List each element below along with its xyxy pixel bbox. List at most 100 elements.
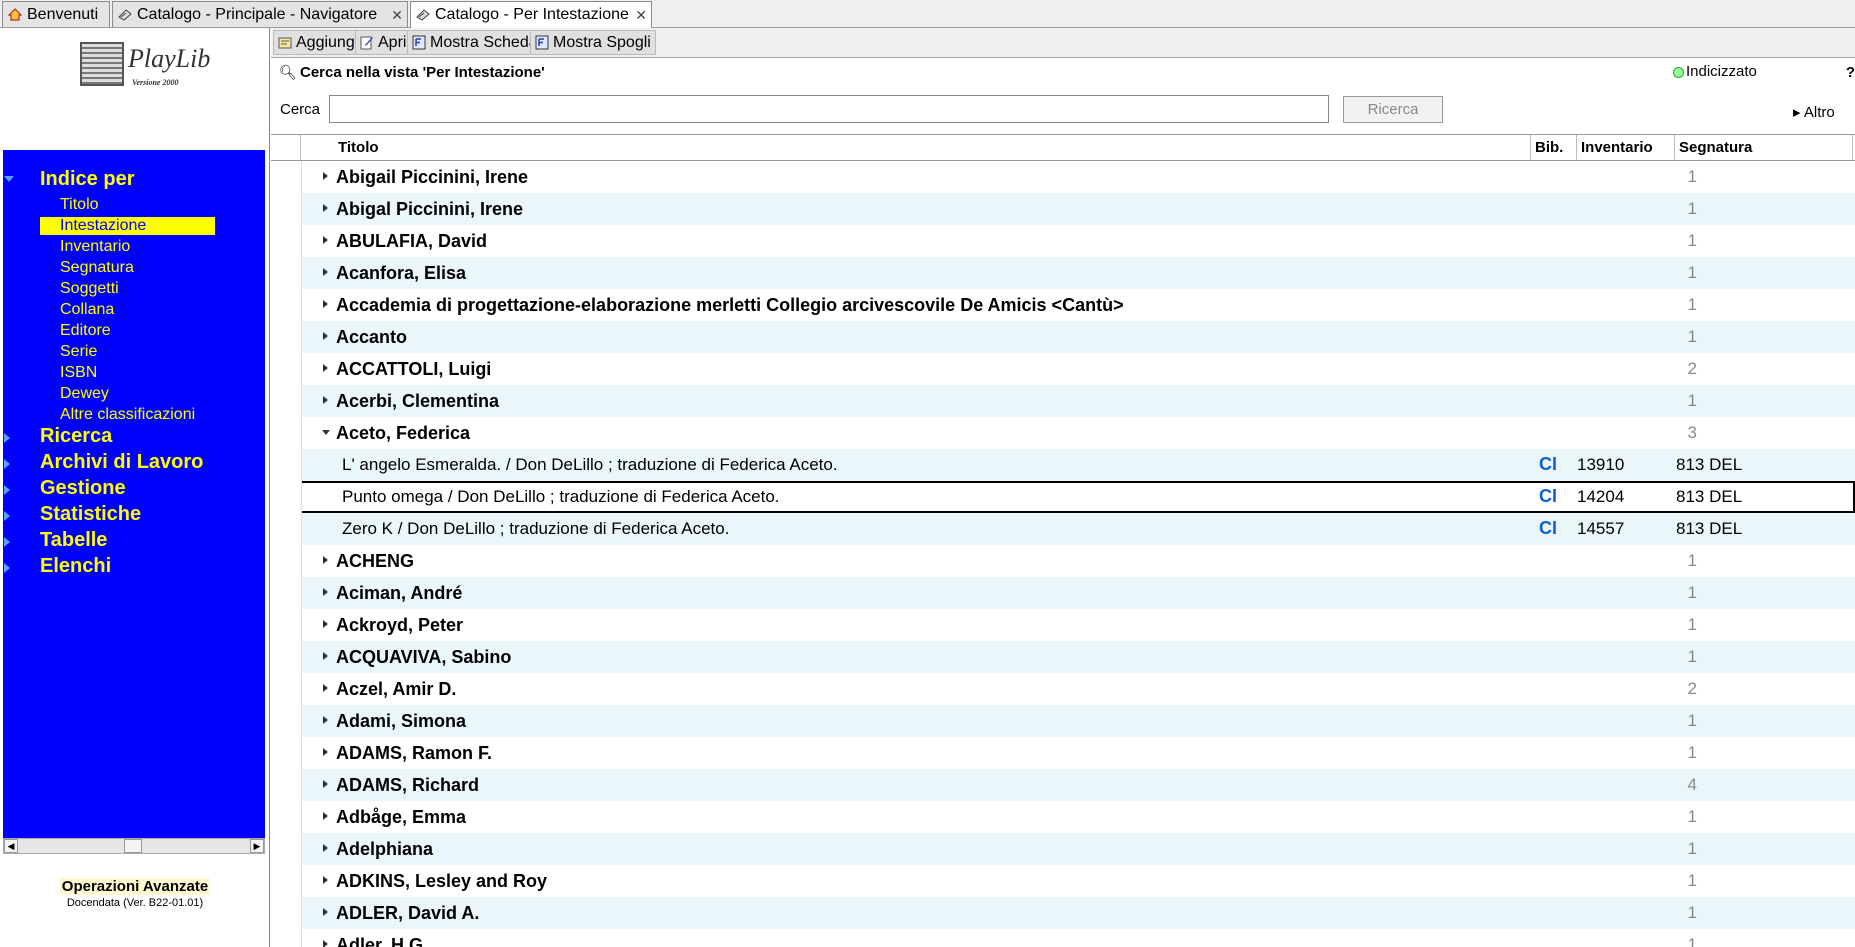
table-row-group[interactable]: Adelphiana 1 bbox=[271, 833, 1855, 865]
table-row-group[interactable]: ABULAFIA, David 1 bbox=[271, 225, 1855, 257]
home-icon bbox=[8, 8, 22, 21]
table-row-group[interactable]: ACCATTOLI, Luigi 2 bbox=[271, 353, 1855, 385]
expand-icon[interactable] bbox=[323, 780, 328, 788]
table-row-group[interactable]: Acerbi, Clementina 1 bbox=[271, 385, 1855, 417]
table-row-group[interactable]: Aciman, André 1 bbox=[271, 577, 1855, 609]
tab-catalogo-per-intestazione[interactable]: Catalogo - Per Intestazione ✕ bbox=[410, 1, 652, 29]
expand-icon[interactable] bbox=[323, 364, 328, 372]
row-gutter bbox=[271, 833, 302, 865]
expand-icon[interactable] bbox=[323, 876, 328, 884]
author-name: Abigal Piccinini, Irene bbox=[336, 199, 524, 219]
expand-right-icon[interactable] bbox=[4, 485, 10, 495]
expand-icon[interactable] bbox=[323, 940, 328, 947]
nav-index-titolo[interactable]: Titolo bbox=[60, 196, 99, 214]
expand-icon[interactable] bbox=[323, 236, 328, 244]
nav-index-isbn[interactable]: ISBN bbox=[60, 364, 97, 382]
nav-index-inventario[interactable]: Inventario bbox=[60, 238, 130, 256]
expand-icon[interactable] bbox=[323, 684, 328, 692]
expand-right-icon[interactable] bbox=[4, 433, 10, 443]
nav-section-indice[interactable]: Indice per bbox=[40, 168, 134, 191]
expand-right-icon[interactable] bbox=[4, 511, 10, 521]
close-icon[interactable]: ✕ bbox=[391, 2, 403, 27]
table-row-record[interactable]: Zero K / Don DeLillo ; traduzione di Fed… bbox=[271, 513, 1855, 545]
table-row-group[interactable]: ADKINS, Lesley and Roy 1 bbox=[271, 865, 1855, 897]
table-row-group[interactable]: Adler, H.G. 1 bbox=[271, 929, 1855, 947]
table-row-group[interactable]: Acanfora, Elisa 1 bbox=[271, 257, 1855, 289]
advanced-operations[interactable]: Operazioni Avanzate bbox=[0, 878, 270, 895]
nav-section-ricerca[interactable]: Ricerca bbox=[40, 425, 112, 448]
tab-benvenuti[interactable]: Benvenuti bbox=[2, 1, 110, 27]
more-options-toggle[interactable]: ▸ Altro bbox=[1793, 103, 1835, 121]
expand-icon[interactable] bbox=[323, 588, 328, 596]
expand-down-icon[interactable] bbox=[4, 176, 14, 182]
show-extracts-button[interactable]: Mostra Spogli bbox=[530, 30, 656, 55]
help-button[interactable]: ? bbox=[1846, 64, 1855, 81]
column-header-segnatura[interactable]: Segnatura bbox=[1675, 135, 1853, 160]
tab-catalogo-navigatore[interactable]: Catalogo - Principale - Navigatore ✕ bbox=[112, 1, 408, 27]
collapse-icon[interactable] bbox=[322, 430, 330, 435]
expand-icon[interactable] bbox=[323, 620, 328, 628]
nav-index-editore[interactable]: Editore bbox=[60, 322, 111, 340]
table-row-group[interactable]: Ackroyd, Peter 1 bbox=[271, 609, 1855, 641]
nav-section-tabelle[interactable]: Tabelle bbox=[40, 529, 107, 552]
table-row-group[interactable]: Aczel, Amir D. 2 bbox=[271, 673, 1855, 705]
nav-index-collana[interactable]: Collana bbox=[60, 301, 114, 319]
horizontal-scrollbar[interactable]: ◀ ▶ bbox=[3, 838, 265, 854]
table-row-record[interactable]: Punto omega / Don DeLillo ; traduzione d… bbox=[271, 481, 1855, 513]
nav-index-dewey[interactable]: Dewey bbox=[60, 385, 109, 403]
expand-right-icon[interactable] bbox=[4, 459, 10, 469]
show-record-button[interactable]: Mostra Scheda bbox=[407, 30, 543, 55]
table-row-group[interactable]: ACHENG 1 bbox=[271, 545, 1855, 577]
expand-icon[interactable] bbox=[323, 268, 328, 276]
expand-icon[interactable] bbox=[323, 748, 328, 756]
expand-icon[interactable] bbox=[323, 332, 328, 340]
expand-icon[interactable] bbox=[323, 556, 328, 564]
expand-icon[interactable] bbox=[323, 172, 328, 180]
table-row-group[interactable]: Accanto 1 bbox=[271, 321, 1855, 353]
table-row-record[interactable]: L' angelo Esmeralda. / Don DeLillo ; tra… bbox=[271, 449, 1855, 481]
nav-section-statistiche[interactable]: Statistiche bbox=[40, 503, 141, 526]
scrollbar-thumb[interactable] bbox=[124, 839, 142, 853]
table-row-group[interactable]: ADAMS, Richard 4 bbox=[271, 769, 1855, 801]
table-row-group[interactable]: ACQUAVIVA, Sabino 1 bbox=[271, 641, 1855, 673]
table-row-group[interactable]: Adbåge, Emma 1 bbox=[271, 801, 1855, 833]
expand-right-icon[interactable] bbox=[4, 537, 10, 547]
expand-icon[interactable] bbox=[323, 300, 328, 308]
expand-icon[interactable] bbox=[323, 844, 328, 852]
expand-icon[interactable] bbox=[323, 908, 328, 916]
nav-index-serie[interactable]: Serie bbox=[60, 343, 97, 361]
expand-icon[interactable] bbox=[323, 716, 328, 724]
nav-section-elenchi[interactable]: Elenchi bbox=[40, 555, 111, 578]
expand-icon[interactable] bbox=[323, 204, 328, 212]
table-row-group[interactable]: Accademia di progettazione-elaborazione … bbox=[271, 289, 1855, 321]
nav-section-archivi-di-lavoro[interactable]: Archivi di Lavoro bbox=[40, 451, 203, 474]
table-row-group[interactable]: ADLER, David A. 1 bbox=[271, 897, 1855, 929]
expand-icon[interactable] bbox=[323, 652, 328, 660]
column-header-inventario[interactable]: Inventario bbox=[1577, 135, 1675, 160]
table-row-group[interactable]: Adami, Simona 1 bbox=[271, 705, 1855, 737]
nav-section-gestione[interactable]: Gestione bbox=[40, 477, 126, 500]
scroll-left-icon[interactable]: ◀ bbox=[4, 839, 18, 853]
results-table: Abigail Piccinini, Irene 1 Abigal Piccinin… bbox=[271, 161, 1855, 947]
open-button[interactable]: Apri bbox=[355, 30, 412, 55]
record-count: 1 bbox=[1687, 903, 1697, 922]
column-header-titolo[interactable]: Titolo bbox=[301, 135, 1531, 160]
table-row-group[interactable]: Abigal Piccinini, Irene 1 bbox=[271, 193, 1855, 225]
nav-index-intestazione[interactable]: Intestazione bbox=[40, 217, 215, 235]
table-row-group[interactable]: ADAMS, Ramon F. 1 bbox=[271, 737, 1855, 769]
expand-right-icon[interactable] bbox=[4, 563, 10, 573]
add-button[interactable]: Aggiungi bbox=[273, 30, 364, 55]
nav-index-altre-classificazioni[interactable]: Altre classificazioni bbox=[60, 406, 195, 424]
nav-index-soggetti[interactable]: Soggetti bbox=[60, 280, 119, 298]
table-row-group[interactable]: Aceto, Federica 3 bbox=[271, 417, 1855, 449]
scroll-right-icon[interactable]: ▶ bbox=[250, 839, 264, 853]
close-icon[interactable]: ✕ bbox=[635, 2, 647, 28]
search-button[interactable]: Ricerca bbox=[1343, 96, 1443, 123]
expand-icon[interactable] bbox=[323, 396, 328, 404]
nav-index-segnatura[interactable]: Segnatura bbox=[60, 259, 134, 277]
expand-icon[interactable] bbox=[323, 812, 328, 820]
column-header-bib[interactable]: Bib. bbox=[1531, 135, 1577, 160]
search-input[interactable] bbox=[329, 95, 1329, 123]
row-gutter bbox=[271, 865, 302, 897]
table-row-group[interactable]: Abigail Piccinini, Irene 1 bbox=[271, 161, 1855, 193]
